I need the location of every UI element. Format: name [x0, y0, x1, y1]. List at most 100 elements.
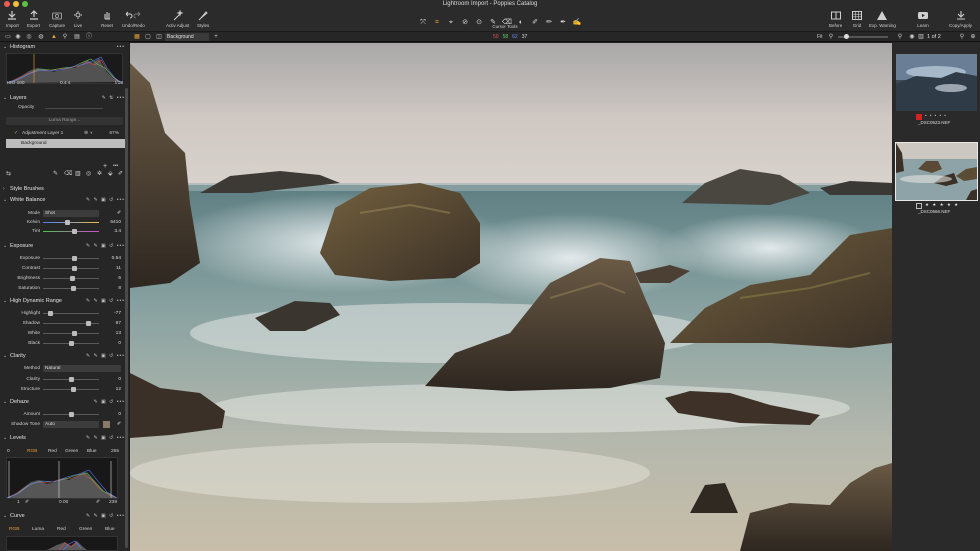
dehaze-header[interactable]: ⌄ Dehaze ✎ ▣ ↺ •••: [3, 398, 125, 407]
layer-selector[interactable]: Background: [165, 33, 209, 41]
curve-tab-rgb[interactable]: RGB: [9, 526, 19, 534]
shadow-tone-dropdown[interactable]: Auto: [43, 421, 99, 428]
metadata-tab-icon[interactable]: ▤: [73, 33, 81, 41]
exposure-slider-knob[interactable]: [71, 256, 77, 261]
lens-tab-icon[interactable]: ◎: [25, 33, 33, 41]
exposure-value[interactable]: 0.54: [112, 254, 121, 263]
thumbnail-1[interactable]: [896, 54, 977, 111]
zoom-out-icon[interactable]: ⚲: [827, 33, 835, 41]
more-icon[interactable]: •••: [117, 43, 125, 52]
zoom-slider-knob[interactable]: [844, 34, 849, 39]
clarity-actions-icon[interactable]: ✎ ✎ ▣ ↺ •••: [86, 352, 125, 361]
kelvin-slider[interactable]: [43, 220, 99, 225]
live-button[interactable]: Live: [72, 10, 84, 29]
curve-tab-green[interactable]: Green: [79, 526, 92, 534]
exposure-slider-knob[interactable]: [71, 266, 77, 271]
linear-gradient-icon[interactable]: ▥: [75, 170, 81, 177]
search-icon[interactable]: ⚲: [958, 33, 966, 41]
exposure-value[interactable]: 8: [118, 284, 121, 293]
exposure-slider[interactable]: [43, 256, 99, 261]
single-view-icon[interactable]: ▢: [144, 33, 152, 41]
brush-icon[interactable]: ✎: [53, 170, 58, 177]
exposure-actions-icon[interactable]: ✎ ✎ ▣ ↺ •••: [86, 242, 125, 251]
activ-adjust-button[interactable]: Activ Adjust: [166, 10, 189, 29]
levels-bottom-right[interactable]: 239: [109, 498, 117, 507]
white-balance-header[interactable]: ⌄ White Balance ✎ ✎ ▣ ↺ •••: [3, 196, 125, 205]
thumbnail-2-rating[interactable]: ★ ★ ★ ★ ★: [925, 202, 959, 208]
shadow-tone-picker-icon[interactable]: ✐: [117, 420, 121, 429]
thumbnail-1-rating[interactable]: • • • • •: [925, 113, 947, 118]
hdr-value[interactable]: 67: [116, 319, 121, 328]
exposure-slider-knob[interactable]: [70, 286, 76, 291]
levels-top-right[interactable]: 255: [111, 448, 119, 456]
picker-icon[interactable]: ✐: [118, 170, 123, 177]
levels-tab-rgb[interactable]: RGB: [27, 448, 37, 456]
thumbnail-2-selected[interactable]: [895, 142, 978, 201]
clarity-method-dropdown[interactable]: Natural: [43, 365, 121, 372]
fill-mask-icon[interactable]: ⬙: [108, 170, 113, 177]
checkmark-icon[interactable]: ✓: [14, 130, 18, 138]
dehaze-amount-slider[interactable]: [43, 412, 99, 417]
tint-slider-knob[interactable]: [71, 229, 77, 234]
clarity-slider[interactable]: [43, 377, 99, 382]
tint-value[interactable]: 3.4: [114, 227, 121, 236]
tint-slider[interactable]: [43, 229, 99, 234]
undo-redo-button[interactable]: Undo/Redo: [122, 10, 145, 29]
hdr-actions-icon[interactable]: ✎ ✎ ▣ ↺ •••: [86, 297, 125, 306]
tools-scrollbar[interactable]: [125, 88, 128, 548]
grid-button[interactable]: Grid: [851, 10, 863, 29]
levels-actions-icon[interactable]: ✎ ✎ ▣ ↺ •••: [86, 434, 125, 443]
wb-picker-icon[interactable]: ✐: [117, 209, 121, 218]
exposure-slider-knob[interactable]: [70, 276, 76, 281]
clarity-header[interactable]: ⌄ Clarity ✎ ✎ ▣ ↺ •••: [3, 352, 125, 361]
curve-tab-blue[interactable]: Blue: [105, 526, 115, 534]
style-brushes-header[interactable]: › Style Brushes: [3, 185, 125, 194]
layer-row-adjustment[interactable]: ✓ Adjustment Layer 1 ⊕ ◑ 67%: [6, 130, 123, 138]
levels-tab-blue[interactable]: Blue: [87, 448, 97, 456]
layers-actions-icon[interactable]: ✎ ⇅ •••: [102, 94, 125, 103]
levels-bottom-left[interactable]: 1: [17, 498, 20, 507]
library-tab-icon[interactable]: ▭: [4, 33, 12, 41]
grid-view-icon[interactable]: ▦: [133, 33, 141, 41]
hdr-slider-knob[interactable]: [69, 341, 74, 346]
hdr-slider-knob[interactable]: [71, 331, 77, 336]
filter-icon[interactable]: ⊕: [969, 33, 977, 41]
add-layer-plus-icon[interactable]: +: [103, 163, 107, 170]
layer-toggle-icon[interactable]: ⇆: [6, 170, 11, 177]
levels-black-picker-icon[interactable]: ✐: [25, 498, 29, 507]
curve-tab-luma[interactable]: Luma: [32, 526, 44, 534]
curve-header[interactable]: ⌄ Curve ✎ ✎ ▣ ↺ •••: [3, 512, 125, 521]
clarity-value[interactable]: 0: [118, 375, 121, 384]
layer-row-background[interactable]: Background: [6, 139, 126, 148]
before-button[interactable]: Before: [829, 10, 842, 29]
layers-header[interactable]: ⌄ Layers ✎ ⇅ •••: [3, 94, 125, 103]
luma-range-button[interactable]: Luma Range...: [6, 117, 123, 125]
zoom-slider[interactable]: [838, 34, 888, 39]
dehaze-amount-knob[interactable]: [69, 412, 74, 417]
exposure-warning-button[interactable]: Exp. Warning: [869, 10, 896, 29]
export-button[interactable]: Export: [27, 10, 40, 29]
hdr-slider[interactable]: [43, 331, 99, 336]
image-viewer[interactable]: [130, 43, 892, 551]
import-button[interactable]: Import: [6, 10, 19, 29]
curve-graph[interactable]: [6, 536, 118, 551]
add-layer-icon[interactable]: +: [212, 33, 220, 41]
hdr-slider[interactable]: [43, 311, 99, 316]
kelvin-value[interactable]: 6410: [110, 218, 121, 227]
refine-mask-icon[interactable]: ✲: [97, 170, 102, 177]
exposure-slider[interactable]: [43, 286, 99, 291]
reset-button[interactable]: Reset: [101, 10, 113, 29]
capture-button[interactable]: Capture: [49, 10, 65, 29]
mask-icon[interactable]: ⊕ ◑: [84, 130, 92, 138]
styles-button[interactable]: Styles: [197, 10, 209, 29]
exposure-value[interactable]: 11: [116, 264, 121, 273]
wb-mode-dropdown[interactable]: Shot: [43, 210, 99, 217]
white-balance-actions-icon[interactable]: ✎ ✎ ▣ ↺ •••: [86, 196, 125, 205]
levels-top-left[interactable]: 0: [7, 448, 10, 456]
levels-header[interactable]: ⌄ Levels ✎ ✎ ▣ ↺ •••: [3, 434, 125, 443]
kelvin-slider-knob[interactable]: [64, 220, 70, 225]
levels-white-picker-icon[interactable]: ✐: [96, 498, 100, 507]
clarity-slider-knob[interactable]: [70, 387, 76, 392]
seascape-photo[interactable]: [130, 43, 892, 551]
color-tab-icon[interactable]: ◍: [37, 33, 45, 41]
